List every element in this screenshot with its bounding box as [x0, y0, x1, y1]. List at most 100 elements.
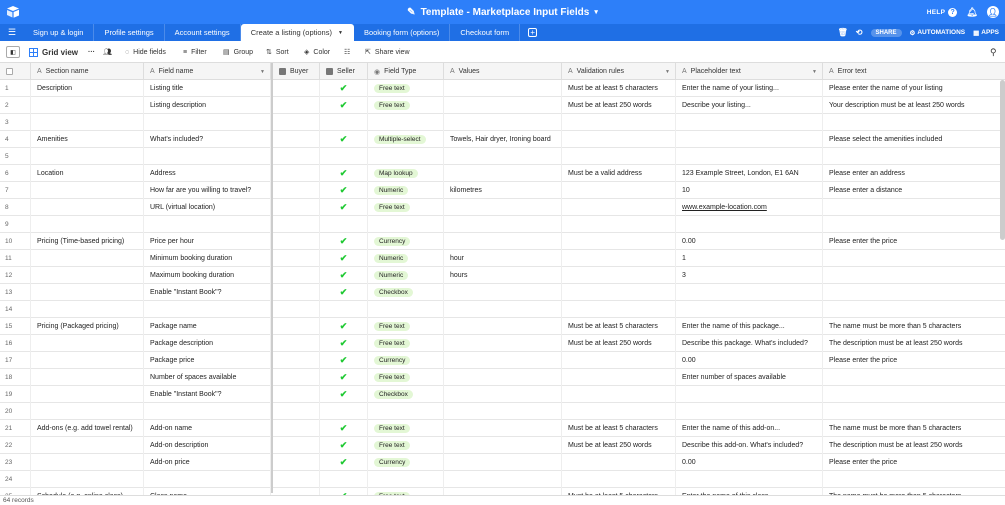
row-number[interactable]: 2	[0, 97, 31, 114]
table-row[interactable]: 5	[0, 148, 1005, 165]
row-number[interactable]: 4	[0, 131, 31, 148]
placeholder-text-cell[interactable]	[676, 386, 823, 403]
table-row[interactable]: 1 Description Listing title ✔ Free text Must …	[0, 80, 1005, 97]
field-type-cell[interactable]	[368, 114, 444, 131]
validation-rules-cell[interactable]	[562, 352, 676, 369]
row-number[interactable]: 16	[0, 335, 31, 352]
section-name-cell[interactable]: Add-ons (e.g. add towel rental)	[31, 420, 144, 437]
table-row[interactable]: 24	[0, 471, 1005, 488]
seller-cell[interactable]: ✔	[320, 165, 368, 182]
chevron-down-icon[interactable]: ▼	[260, 69, 265, 75]
row-number[interactable]: 14	[0, 301, 31, 318]
values-cell[interactable]	[444, 471, 562, 488]
seller-cell[interactable]: ✔	[320, 233, 368, 250]
seller-cell[interactable]	[320, 301, 368, 318]
field-name-cell[interactable]: Add-on description	[144, 437, 271, 454]
row-number[interactable]: 22	[0, 437, 31, 454]
error-text-cell[interactable]: Please enter the price	[823, 454, 1005, 471]
validation-rules-cell[interactable]	[562, 284, 676, 301]
error-text-cell[interactable]	[823, 284, 1005, 301]
table-row[interactable]: 18 Number of spaces available ✔ Free text En…	[0, 369, 1005, 386]
seller-cell[interactable]: ✔	[320, 199, 368, 216]
placeholder-text-cell[interactable]: Enter the name of this add-on...	[676, 420, 823, 437]
seller-cell[interactable]: ✔	[320, 437, 368, 454]
table-row[interactable]: 22 Add-on description ✔ Free text Must be at…	[0, 437, 1005, 454]
values-cell[interactable]	[444, 114, 562, 131]
field-type-cell[interactable]	[368, 403, 444, 420]
values-cell[interactable]	[444, 420, 562, 437]
field-name-cell[interactable]	[144, 114, 271, 131]
color-button[interactable]: ◈ Color	[304, 41, 330, 63]
validation-rules-cell[interactable]	[562, 403, 676, 420]
validation-rules-cell[interactable]	[562, 216, 676, 233]
values-cell[interactable]	[444, 454, 562, 471]
field-name-cell[interactable]	[144, 216, 271, 233]
validation-rules-cell[interactable]	[562, 148, 676, 165]
placeholder-text-cell[interactable]: Enter the name of your listing...	[676, 80, 823, 97]
buyer-cell[interactable]	[273, 80, 320, 97]
field-name-cell[interactable]	[144, 301, 271, 318]
tab-checkout-form[interactable]: Checkout form	[450, 24, 521, 41]
validation-rules-cell[interactable]	[562, 233, 676, 250]
field-name-cell[interactable]: Listing title	[144, 80, 271, 97]
section-name-cell[interactable]	[31, 148, 144, 165]
placeholder-text-cell[interactable]: 3	[676, 267, 823, 284]
tab-sign-up-login[interactable]: Sign up & login	[23, 24, 95, 41]
values-cell[interactable]	[444, 233, 562, 250]
error-text-cell[interactable]	[823, 216, 1005, 233]
help-button[interactable]: HELP ?	[927, 7, 958, 17]
field-type-cell[interactable]: Free text	[368, 97, 444, 114]
table-row[interactable]: 2 Listing description ✔ Free text Must be at…	[0, 97, 1005, 114]
validation-rules-cell[interactable]	[562, 182, 676, 199]
seller-cell[interactable]	[320, 471, 368, 488]
seller-cell[interactable]: ✔	[320, 250, 368, 267]
error-text-cell[interactable]	[823, 471, 1005, 488]
buyer-cell[interactable]	[273, 131, 320, 148]
row-number[interactable]: 20	[0, 403, 31, 420]
buyer-cell[interactable]	[273, 233, 320, 250]
table-row[interactable]: 9	[0, 216, 1005, 233]
placeholder-text-cell[interactable]: 10	[676, 182, 823, 199]
error-text-cell[interactable]	[823, 148, 1005, 165]
row-number[interactable]: 21	[0, 420, 31, 437]
validation-rules-cell[interactable]	[562, 114, 676, 131]
field-name-cell[interactable]: Price per hour	[144, 233, 271, 250]
row-number[interactable]: 5	[0, 148, 31, 165]
error-text-cell[interactable]	[823, 403, 1005, 420]
row-number[interactable]: 17	[0, 352, 31, 369]
row-number[interactable]: 1	[0, 80, 31, 97]
seller-cell[interactable]: ✔	[320, 182, 368, 199]
buyer-cell[interactable]	[273, 454, 320, 471]
hamburger-menu-icon[interactable]: ☰	[8, 27, 16, 38]
buyer-cell[interactable]	[273, 403, 320, 420]
error-text-cell[interactable]: Please enter the price	[823, 233, 1005, 250]
section-name-cell[interactable]	[31, 352, 144, 369]
select-all-checkbox[interactable]	[6, 68, 13, 75]
validation-rules-cell[interactable]	[562, 454, 676, 471]
seller-cell[interactable]: ✔	[320, 420, 368, 437]
section-name-cell[interactable]	[31, 471, 144, 488]
error-text-cell[interactable]	[823, 386, 1005, 403]
buyer-cell[interactable]	[273, 420, 320, 437]
apps-button[interactable]: ▦ APPS	[973, 29, 999, 37]
field-name-cell[interactable]	[144, 148, 271, 165]
buyer-cell[interactable]	[273, 267, 320, 284]
field-type-cell[interactable]: Map lookup	[368, 165, 444, 182]
row-number[interactable]: 12	[0, 267, 31, 284]
seller-cell[interactable]: ✔	[320, 335, 368, 352]
validation-rules-cell[interactable]: Must be at least 5 characters	[562, 420, 676, 437]
section-name-cell[interactable]	[31, 301, 144, 318]
placeholder-text-cell[interactable]: 123 Example Street, London, E1 6AN	[676, 165, 823, 182]
placeholder-text-cell[interactable]: www.example-location.com	[676, 199, 823, 216]
validation-rules-cell[interactable]	[562, 386, 676, 403]
section-name-cell[interactable]	[31, 267, 144, 284]
buyer-cell[interactable]	[273, 250, 320, 267]
error-text-cell[interactable]: Your description must be at least 250 wo…	[823, 97, 1005, 114]
placeholder-text-cell[interactable]	[676, 131, 823, 148]
placeholder-text-cell[interactable]: Enter number of spaces available	[676, 369, 823, 386]
table-row[interactable]: 15 Pricing (Packaged pricing) Package name…	[0, 318, 1005, 335]
field-type-cell[interactable]: Free text	[368, 80, 444, 97]
section-name-cell[interactable]: Pricing (Time-based pricing)	[31, 233, 144, 250]
search-button[interactable]: ⚲	[990, 41, 997, 63]
column-header-section-name[interactable]: A Section name	[31, 63, 144, 80]
